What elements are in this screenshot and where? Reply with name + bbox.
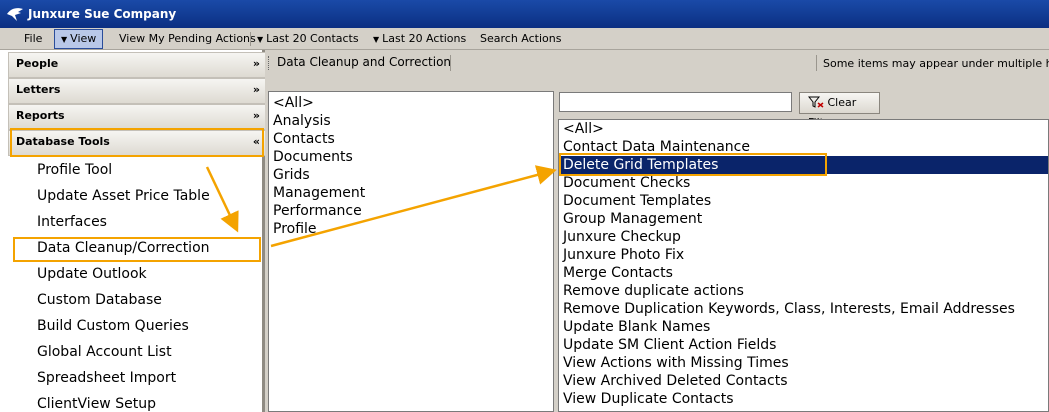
arrow-to-data-cleanup	[205, 166, 239, 233]
arrow-to-delete-grid-templates	[270, 165, 557, 248]
annotation-arrows	[205, 165, 557, 248]
